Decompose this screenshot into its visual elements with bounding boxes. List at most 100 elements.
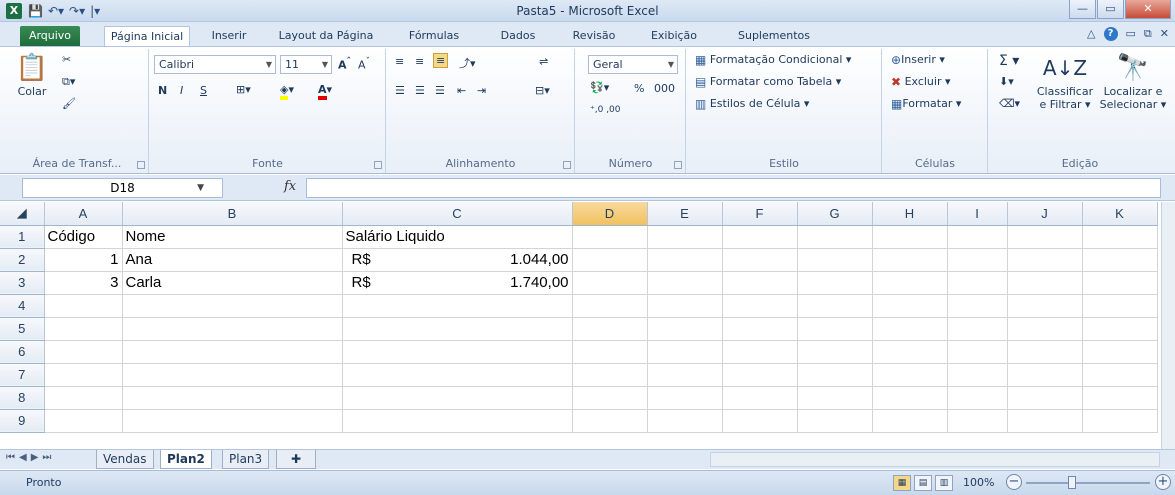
minimize-icon[interactable]: —	[1069, 0, 1096, 19]
cell[interactable]	[1007, 225, 1083, 249]
workbook-restore-icon[interactable]: ⧉	[1144, 27, 1152, 41]
cell[interactable]	[797, 225, 873, 249]
cell-c3[interactable]: R$ 1.740,00	[342, 271, 573, 295]
copy-icon[interactable]: ⧉▾	[62, 75, 75, 89]
cell[interactable]	[647, 409, 723, 433]
accounting-format-icon[interactable]: 💱▾	[590, 81, 609, 94]
workbook-close-icon[interactable]: ✕	[1160, 27, 1169, 41]
font-launcher-icon[interactable]	[374, 161, 382, 169]
cell[interactable]	[1082, 409, 1158, 433]
font-size-select[interactable]: 11 ▼	[280, 55, 332, 74]
cell[interactable]	[1082, 294, 1158, 318]
cell[interactable]	[1007, 317, 1083, 341]
cell[interactable]	[947, 386, 1008, 410]
cell[interactable]	[797, 294, 873, 318]
align-top-icon[interactable]: ≡	[395, 55, 404, 68]
zoom-level[interactable]: 100%	[963, 476, 994, 489]
format-as-table-button[interactable]: ▤ Formatar como Tabela ▾	[695, 75, 841, 89]
cell[interactable]	[1007, 363, 1083, 387]
cell[interactable]	[647, 248, 723, 272]
tab-suplementos[interactable]: Suplementos	[728, 26, 820, 46]
cell[interactable]	[947, 409, 1008, 433]
cell[interactable]	[572, 409, 648, 433]
number-format-select[interactable]: Geral ▼	[588, 55, 678, 74]
borders-icon[interactable]: ⊞▾	[236, 83, 251, 96]
row-header[interactable]: 7	[0, 363, 45, 387]
cell[interactable]	[44, 294, 123, 318]
page-break-view-icon[interactable]: ▥	[935, 475, 953, 491]
cell[interactable]	[122, 294, 343, 318]
cell[interactable]	[722, 225, 798, 249]
cell[interactable]	[44, 317, 123, 341]
cell[interactable]	[722, 409, 798, 433]
cell[interactable]	[722, 317, 798, 341]
autosum-icon[interactable]: Σ ▾	[999, 53, 1019, 69]
cell[interactable]	[872, 294, 948, 318]
cell-styles-button[interactable]: ▥ Estilos de Célula ▾	[695, 97, 809, 111]
column-header-k[interactable]: K	[1082, 202, 1158, 226]
fill-color-icon[interactable]: ◈▾	[280, 83, 294, 100]
cell[interactable]	[572, 340, 648, 364]
cell[interactable]	[1082, 363, 1158, 387]
page-layout-view-icon[interactable]: ▤	[914, 475, 932, 491]
cell[interactable]	[572, 317, 648, 341]
alignment-launcher-icon[interactable]	[563, 161, 571, 169]
align-left-icon[interactable]: ☰	[395, 84, 405, 97]
tab-revisao[interactable]: Revisão	[561, 26, 627, 46]
cell[interactable]	[1007, 386, 1083, 410]
cell[interactable]	[342, 317, 573, 341]
cell[interactable]	[797, 317, 873, 341]
cell[interactable]	[647, 271, 723, 295]
bold-button[interactable]: N	[158, 84, 167, 97]
cell[interactable]	[572, 248, 648, 272]
comma-style-button[interactable]: 000	[654, 82, 675, 95]
row-header[interactable]: 5	[0, 317, 45, 341]
cell[interactable]	[872, 271, 948, 295]
format-cells-button[interactable]: ▦Formatar ▾	[891, 97, 961, 111]
cell[interactable]	[947, 363, 1008, 387]
cell[interactable]	[122, 340, 343, 364]
cell[interactable]	[44, 386, 123, 410]
tab-formulas[interactable]: Fórmulas	[395, 26, 473, 46]
column-header-b[interactable]: B	[122, 202, 343, 226]
cell[interactable]	[342, 294, 573, 318]
sheet-navigation-icon[interactable]: ⏮◀▶⏭	[6, 452, 55, 463]
tab-dados[interactable]: Dados	[485, 26, 551, 46]
cell[interactable]	[872, 386, 948, 410]
column-header-h[interactable]: H	[872, 202, 948, 226]
name-box[interactable]: D18 ▼	[22, 178, 223, 198]
row-header[interactable]: 3	[0, 271, 45, 295]
cell[interactable]	[647, 363, 723, 387]
cell[interactable]	[647, 294, 723, 318]
paste-button[interactable]: 📋 Colar	[10, 53, 54, 98]
cell[interactable]	[1007, 340, 1083, 364]
cell[interactable]	[797, 248, 873, 272]
cell[interactable]	[1082, 248, 1158, 272]
cell-c2[interactable]: R$ 1.044,00	[342, 248, 573, 272]
cell[interactable]	[872, 409, 948, 433]
cut-icon[interactable]: ✂	[62, 53, 71, 66]
cell[interactable]	[722, 386, 798, 410]
cell[interactable]	[872, 363, 948, 387]
cell-b1[interactable]: Nome	[122, 225, 343, 249]
chevron-down-icon[interactable]: ▼	[197, 179, 204, 197]
cell[interactable]	[44, 340, 123, 364]
cell[interactable]	[122, 409, 343, 433]
tab-layout-da-pagina[interactable]: Layout da Página	[270, 26, 382, 46]
cell[interactable]	[1082, 225, 1158, 249]
increase-indent-icon[interactable]: ⇥	[477, 84, 486, 97]
cell[interactable]	[722, 340, 798, 364]
cell[interactable]	[797, 363, 873, 387]
row-header[interactable]: 9	[0, 409, 45, 433]
cell[interactable]	[342, 363, 573, 387]
column-header-i[interactable]: I	[947, 202, 1008, 226]
cell[interactable]	[722, 248, 798, 272]
cell[interactable]	[1007, 294, 1083, 318]
cell[interactable]	[1082, 340, 1158, 364]
clipboard-launcher-icon[interactable]	[137, 161, 145, 169]
cell[interactable]	[647, 386, 723, 410]
shrink-font-icon[interactable]: Aˇ	[358, 56, 370, 72]
cell[interactable]	[872, 317, 948, 341]
align-bottom-icon[interactable]: ≡	[433, 53, 449, 68]
cell-a2[interactable]: 1	[44, 248, 123, 272]
